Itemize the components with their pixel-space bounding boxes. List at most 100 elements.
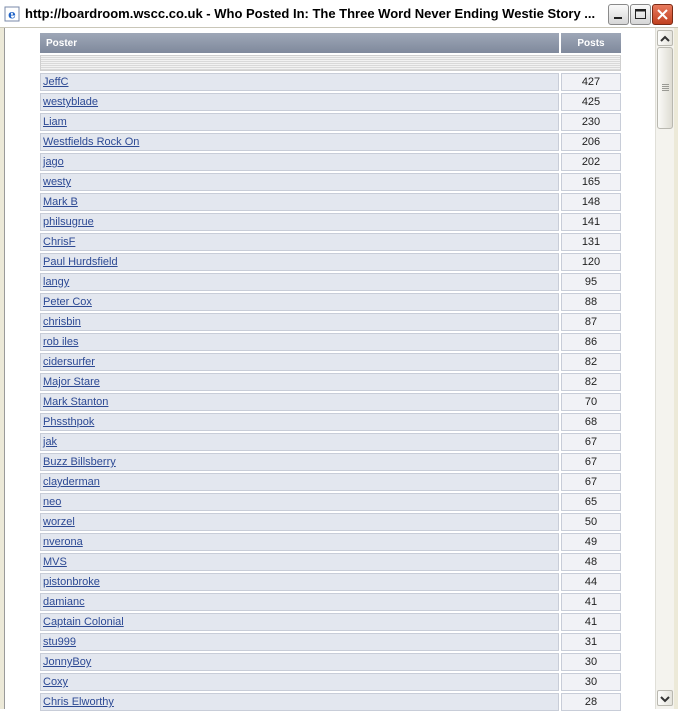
post-count: 70: [561, 393, 621, 411]
poster-cell: worzel: [40, 513, 559, 531]
poster-link[interactable]: Phssthpok: [43, 416, 94, 428]
poster-cell: MVS: [40, 553, 559, 571]
post-count: 120: [561, 253, 621, 271]
header-spacer-row: [40, 55, 621, 71]
table-row: clayderman 67: [40, 473, 621, 491]
poster-cell: langy: [40, 273, 559, 291]
table-row: stu999 31: [40, 633, 621, 651]
poster-link[interactable]: clayderman: [43, 476, 100, 488]
poster-cell: Coxy: [40, 673, 559, 691]
poster-link[interactable]: ChrisF: [43, 236, 75, 248]
vertical-scrollbar[interactable]: [655, 28, 674, 709]
poster-link[interactable]: jago: [43, 156, 64, 168]
poster-list: JeffC 427 westyblade 425 Liam 230 Westfields R…: [40, 73, 621, 711]
scroll-down-button[interactable]: [657, 690, 673, 706]
table-row: Coxy 30: [40, 673, 621, 691]
poster-link[interactable]: rob iles: [43, 336, 78, 348]
poster-link[interactable]: neo: [43, 496, 61, 508]
table-row: Westfields Rock On 206: [40, 133, 621, 151]
post-count: 44: [561, 573, 621, 591]
post-count: 67: [561, 453, 621, 471]
post-count: 230: [561, 113, 621, 131]
post-count: 425: [561, 93, 621, 111]
table-row: Mark Stanton 70: [40, 393, 621, 411]
post-count: 202: [561, 153, 621, 171]
poster-link[interactable]: JeffC: [43, 76, 68, 88]
poster-link[interactable]: stu999: [43, 636, 76, 648]
post-count: 30: [561, 653, 621, 671]
poster-link[interactable]: langy: [43, 276, 69, 288]
poster-cell: jak: [40, 433, 559, 451]
poster-link[interactable]: Coxy: [43, 676, 68, 688]
poster-link[interactable]: cidersurfer: [43, 356, 95, 368]
poster-link[interactable]: Paul Hurdsfield: [43, 256, 118, 268]
poster-link[interactable]: westyblade: [43, 96, 98, 108]
table-row: JeffC 427: [40, 73, 621, 91]
poster-link[interactable]: Chris Elworthy: [43, 696, 114, 708]
scroll-up-button[interactable]: [657, 30, 673, 46]
poster-link[interactable]: Captain Colonial: [43, 616, 124, 628]
poster-link[interactable]: nverona: [43, 536, 83, 548]
close-button[interactable]: [652, 4, 673, 25]
poster-link[interactable]: Buzz Billsberry: [43, 456, 116, 468]
poster-link[interactable]: philsugrue: [43, 216, 94, 228]
table-row: Paul Hurdsfield 120: [40, 253, 621, 271]
table-row: Captain Colonial 41: [40, 613, 621, 631]
poster-cell: Mark Stanton: [40, 393, 559, 411]
poster-link[interactable]: Major Stare: [43, 376, 100, 388]
post-count: 65: [561, 493, 621, 511]
table-row: pistonbroke 44: [40, 573, 621, 591]
table-row: ChrisF 131: [40, 233, 621, 251]
post-count: 41: [561, 613, 621, 631]
scrollbar-thumb[interactable]: [657, 47, 673, 129]
post-count: 206: [561, 133, 621, 151]
window-title: http://boardroom.wscc.co.uk - Who Posted…: [25, 6, 596, 21]
table-row: cidersurfer 82: [40, 353, 621, 371]
poster-cell: JonnyBoy: [40, 653, 559, 671]
post-count: 427: [561, 73, 621, 91]
post-count: 88: [561, 293, 621, 311]
poster-cell: Buzz Billsberry: [40, 453, 559, 471]
poster-link[interactable]: worzel: [43, 516, 75, 528]
poster-link[interactable]: westy: [43, 176, 71, 188]
table-row: Major Stare 82: [40, 373, 621, 391]
table-row: rob iles 86: [40, 333, 621, 351]
post-count: 41: [561, 593, 621, 611]
poster-link[interactable]: Peter Cox: [43, 296, 92, 308]
poster-link[interactable]: damianc: [43, 596, 85, 608]
poster-cell: clayderman: [40, 473, 559, 491]
table-row: westy 165: [40, 173, 621, 191]
post-count: 82: [561, 373, 621, 391]
poster-cell: Captain Colonial: [40, 613, 559, 631]
poster-cell: westyblade: [40, 93, 559, 111]
poster-link[interactable]: chrisbin: [43, 316, 81, 328]
poster-cell: Liam: [40, 113, 559, 131]
poster-cell: ChrisF: [40, 233, 559, 251]
poster-link[interactable]: Mark B: [43, 196, 78, 208]
title-bar[interactable]: e http://boardroom.wscc.co.uk - Who Post…: [0, 0, 678, 28]
poster-cell: Phssthpok: [40, 413, 559, 431]
post-count: 50: [561, 513, 621, 531]
poster-cell: Westfields Rock On: [40, 133, 559, 151]
table-row: chrisbin 87: [40, 313, 621, 331]
poster-link[interactable]: MVS: [43, 556, 67, 568]
poster-cell: Paul Hurdsfield: [40, 253, 559, 271]
grip-line: [662, 90, 669, 91]
table-row: Buzz Billsberry 67: [40, 453, 621, 471]
poster-column-header: Poster: [40, 33, 559, 53]
poster-link[interactable]: Westfields Rock On: [43, 136, 139, 148]
poster-link[interactable]: jak: [43, 436, 57, 448]
table-row: langy 95: [40, 273, 621, 291]
poster-cell: jago: [40, 153, 559, 171]
minimize-button[interactable]: [608, 4, 629, 25]
post-count: 87: [561, 313, 621, 331]
internet-explorer-icon: e: [4, 6, 20, 22]
table-row: jago 202: [40, 153, 621, 171]
poster-link[interactable]: pistonbroke: [43, 576, 100, 588]
poster-link[interactable]: Mark Stanton: [43, 396, 108, 408]
poster-cell: rob iles: [40, 333, 559, 351]
maximize-button[interactable]: [630, 4, 651, 25]
poster-link[interactable]: Liam: [43, 116, 67, 128]
poster-link[interactable]: JonnyBoy: [43, 656, 91, 668]
poster-cell: Chris Elworthy: [40, 693, 559, 711]
